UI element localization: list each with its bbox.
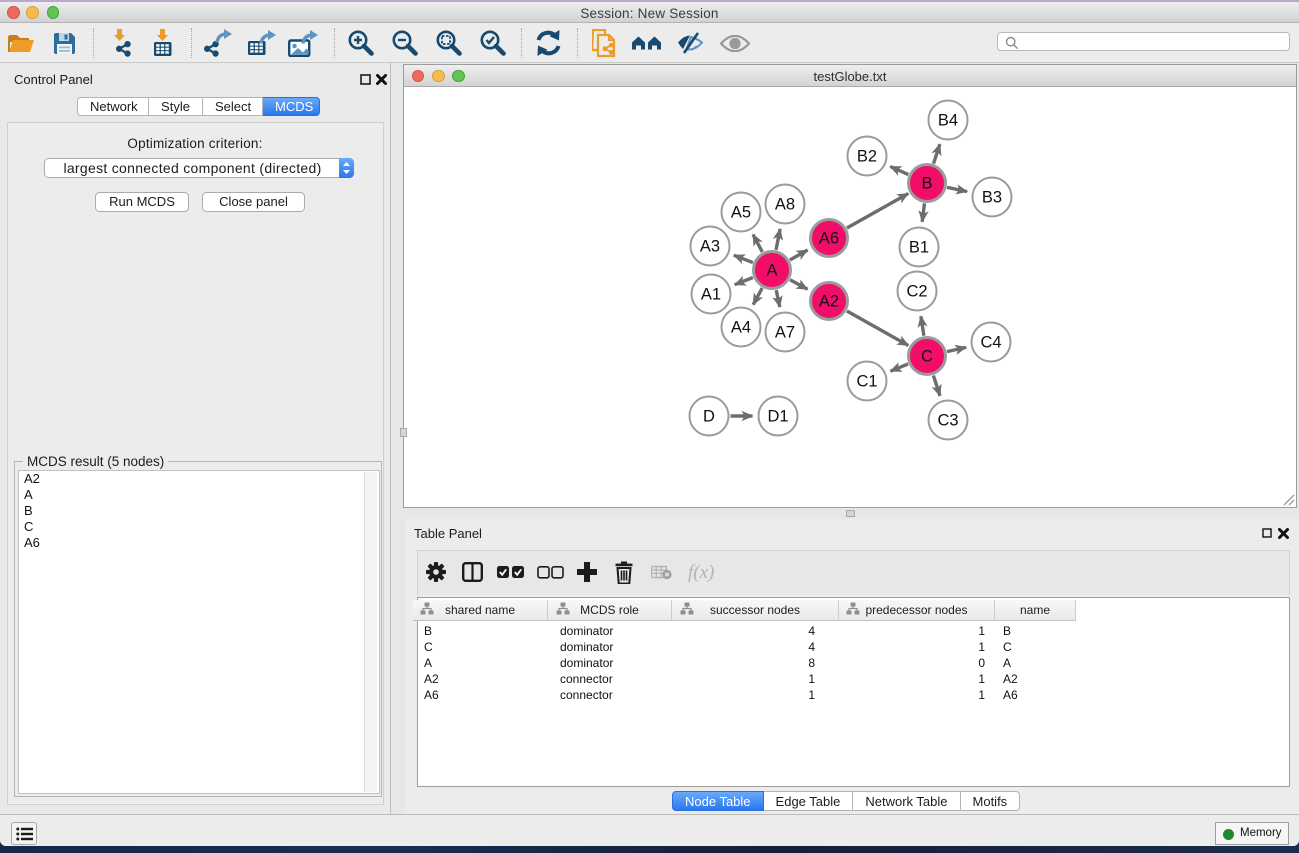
svg-text:A5: A5: [731, 204, 751, 222]
svg-text:B3: B3: [982, 189, 1002, 207]
svg-text:C4: C4: [980, 334, 1001, 352]
svg-text:D: D: [703, 408, 715, 426]
svg-text:B: B: [921, 175, 932, 193]
svg-text:A: A: [766, 262, 777, 280]
svg-text:B4: B4: [938, 112, 958, 130]
svg-text:B1: B1: [909, 239, 929, 257]
svg-text:A4: A4: [731, 319, 751, 337]
svg-text:A7: A7: [775, 324, 795, 342]
svg-text:D1: D1: [767, 408, 788, 426]
svg-text:f(x): f(x): [688, 562, 714, 582]
svg-text:C: C: [921, 348, 933, 366]
svg-text:C3: C3: [937, 412, 958, 430]
svg-text:C2: C2: [906, 283, 927, 301]
svg-text:A1: A1: [701, 286, 721, 304]
svg-text:A8: A8: [775, 196, 795, 214]
svg-text:A2: A2: [819, 293, 839, 311]
svg-text:C1: C1: [856, 373, 877, 391]
svg-text:A3: A3: [700, 238, 720, 256]
svg-text:B2: B2: [857, 148, 877, 166]
svg-text:A6: A6: [819, 230, 839, 248]
